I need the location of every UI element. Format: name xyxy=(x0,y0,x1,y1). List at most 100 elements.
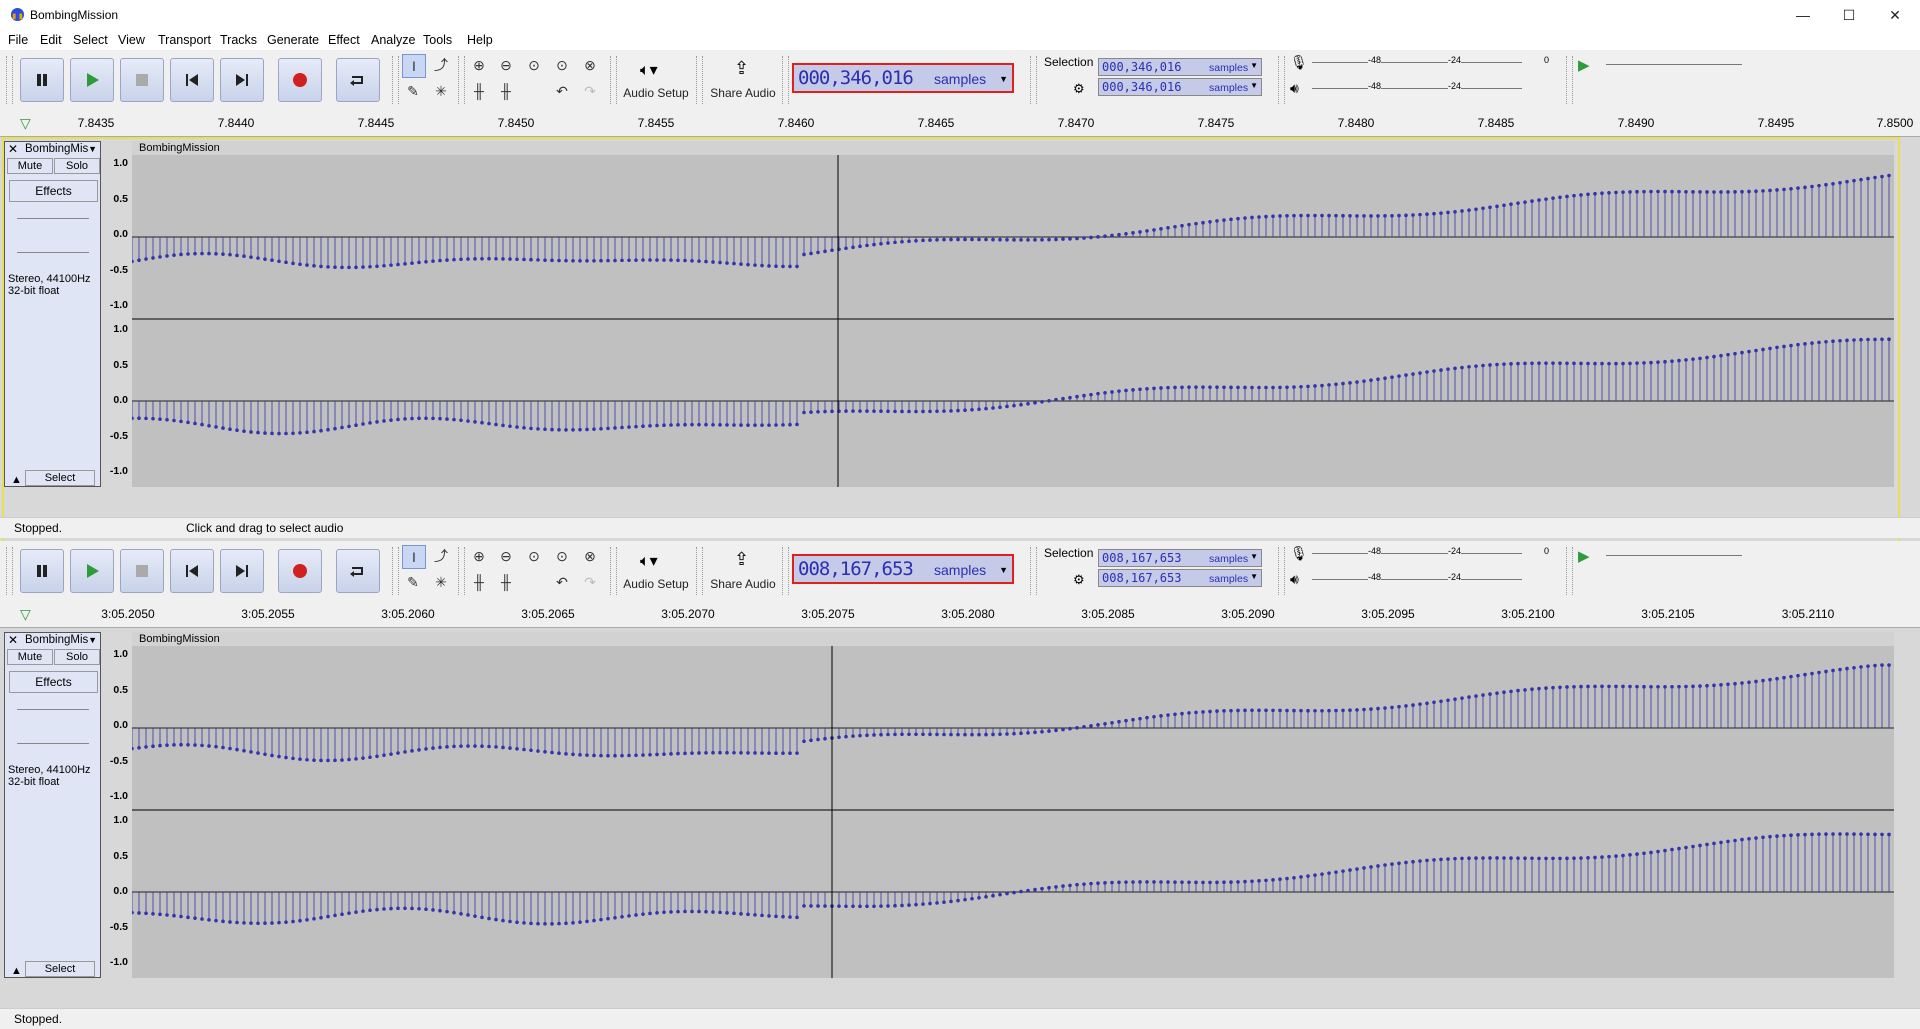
meter-grip[interactable] xyxy=(1278,56,1285,104)
toolbar-grip[interactable] xyxy=(6,547,13,595)
collapse-icon[interactable]: ▲ xyxy=(11,474,22,486)
play-at-speed-icon[interactable]: ▶ xyxy=(1578,56,1590,74)
menu-tools[interactable]: Tools xyxy=(423,33,452,47)
silence-icon[interactable]: ╫ xyxy=(495,80,517,102)
play-at-speed-icon[interactable]: ▶ xyxy=(1578,547,1590,565)
collapse-icon[interactable]: ▲ xyxy=(11,965,22,977)
fit-project-icon[interactable]: ⊙ xyxy=(551,54,573,76)
selection-start-field[interactable]: 000,346,016 samples ▼ xyxy=(1098,58,1262,76)
envelope-tool-icon[interactable]: ⤴ xyxy=(430,54,452,76)
mute-button[interactable]: Mute xyxy=(7,158,53,174)
record-button[interactable] xyxy=(278,58,322,102)
meter-grip[interactable] xyxy=(1278,547,1285,595)
speaker-meter-icon[interactable]: 🔊︎ xyxy=(1290,80,1299,97)
timeline-options-icon[interactable]: ▽ xyxy=(20,115,31,132)
menu-analyze[interactable]: Analyze xyxy=(371,33,415,47)
close-button[interactable]: ✕ xyxy=(1872,0,1918,30)
play-button[interactable] xyxy=(70,549,114,593)
solo-button[interactable]: Solo xyxy=(54,649,100,665)
envelope-tool-icon[interactable]: ⤴ xyxy=(430,545,452,567)
track-name-menu[interactable]: BombingMis xyxy=(25,634,88,646)
pan-slider[interactable] xyxy=(17,743,89,744)
playback-meter[interactable]: -48 -24 xyxy=(1312,572,1522,587)
audio-setup-button[interactable]: 🔈︎▾ Audio Setup xyxy=(622,547,690,597)
selection-tool-icon[interactable]: I xyxy=(402,54,426,78)
audio-setup-grip[interactable] xyxy=(610,56,617,104)
timeline-ruler[interactable]: ▽ 3:05.2050 3:05.2055 3:05.2060 3:05.2065 3:… xyxy=(0,603,1920,628)
menu-help[interactable]: Help xyxy=(467,33,493,47)
loop-button[interactable] xyxy=(336,549,380,593)
edit-grip[interactable] xyxy=(458,547,465,595)
audio-setup-button[interactable]: 🔈︎▾ Audio Setup xyxy=(622,56,690,106)
play-at-speed-grip[interactable] xyxy=(1566,56,1573,104)
waveform-clip[interactable]: BombingMission xyxy=(132,632,1894,978)
selection-end-field[interactable]: 008,167,653 samples ▼ xyxy=(1098,569,1262,587)
menu-generate[interactable]: Generate xyxy=(267,33,319,47)
share-grip[interactable] xyxy=(696,547,703,595)
menu-tracks[interactable]: Tracks xyxy=(220,33,257,47)
track-close-icon[interactable]: ✕ xyxy=(8,142,18,156)
menu-transport[interactable]: Transport xyxy=(158,33,211,47)
effects-button[interactable]: Effects xyxy=(9,671,98,693)
zoom-out-icon[interactable]: ⊖ xyxy=(495,54,517,76)
selection-end-field[interactable]: 000,346,016 samples ▼ xyxy=(1098,78,1262,96)
gain-slider[interactable] xyxy=(17,218,89,219)
play-button[interactable] xyxy=(70,58,114,102)
track-name-menu[interactable]: BombingMis xyxy=(25,143,88,155)
share-grip[interactable] xyxy=(696,56,703,104)
zoom-in-icon[interactable]: ⊕ xyxy=(468,545,490,567)
track-close-icon[interactable]: ✕ xyxy=(8,633,18,647)
fit-selection-icon[interactable]: ⊙ xyxy=(523,545,545,567)
trim-icon[interactable]: ╫ xyxy=(468,80,490,102)
speed-slider[interactable] xyxy=(1606,555,1742,556)
menu-file[interactable]: File xyxy=(8,33,28,47)
timeline-options-icon[interactable]: ▽ xyxy=(20,606,31,623)
time-control[interactable]: 000,346,016 samples ▼ xyxy=(792,63,1014,93)
tools-grip[interactable] xyxy=(392,56,399,104)
clip-title-bar[interactable]: BombingMission xyxy=(132,632,1894,646)
draw-tool-icon[interactable]: ✎ xyxy=(402,571,424,593)
skip-start-button[interactable] xyxy=(170,549,214,593)
fit-selection-icon[interactable]: ⊙ xyxy=(523,54,545,76)
record-meter[interactable]: -48 -24 0 xyxy=(1312,546,1549,561)
undo-icon[interactable]: ↶ xyxy=(551,571,573,593)
speed-slider[interactable] xyxy=(1606,64,1742,65)
zoom-in-icon[interactable]: ⊕ xyxy=(468,54,490,76)
menu-edit[interactable]: Edit xyxy=(40,33,62,47)
clip-title-bar[interactable]: BombingMission xyxy=(132,141,1894,155)
effects-button[interactable]: Effects xyxy=(9,180,98,202)
selection-tool-icon[interactable]: I xyxy=(402,545,426,569)
pan-slider[interactable] xyxy=(17,252,89,253)
undo-icon[interactable]: ↶ xyxy=(551,80,573,102)
loop-button[interactable] xyxy=(336,58,380,102)
record-meter[interactable]: -48 -24 0 xyxy=(1312,55,1549,70)
menu-select[interactable]: Select xyxy=(73,33,108,47)
microphone-icon[interactable]: 🎙︎ xyxy=(1290,545,1308,562)
vertical-ruler[interactable]: 1.0 0.5 0.0 -0.5 -1.0 1.0 0.5 0.0 -0.5 -1.0 xyxy=(102,632,132,978)
draw-tool-icon[interactable]: ✎ xyxy=(402,80,424,102)
tools-grip[interactable] xyxy=(392,547,399,595)
pause-button[interactable] xyxy=(20,58,64,102)
stop-button[interactable] xyxy=(120,549,164,593)
zoom-toggle-icon[interactable]: ⊗ xyxy=(579,545,601,567)
toolbar-grip[interactable] xyxy=(6,56,13,104)
stop-button[interactable] xyxy=(120,58,164,102)
skip-end-button[interactable] xyxy=(220,58,264,102)
vertical-ruler[interactable]: 1.0 0.5 0.0 -0.5 -1.0 1.0 0.5 0.0 -0.5 -1.0 xyxy=(102,141,132,487)
multi-tool-icon[interactable]: ✳ xyxy=(430,80,452,102)
menu-effect[interactable]: Effect xyxy=(328,33,360,47)
waveform-clip[interactable]: BombingMission xyxy=(132,141,1894,487)
solo-button[interactable]: Solo xyxy=(54,158,100,174)
microphone-icon[interactable]: 🎙︎ xyxy=(1290,54,1308,71)
share-audio-button[interactable]: ⇪ Share Audio xyxy=(706,547,780,597)
play-at-speed-grip[interactable] xyxy=(1566,547,1573,595)
playback-meter[interactable]: -48 -24 xyxy=(1312,81,1522,96)
track-area[interactable]: ✕ BombingMis ▼ Mute Solo Effects Stereo,… xyxy=(0,137,1920,545)
selection-grip[interactable] xyxy=(1030,547,1037,595)
maximize-button[interactable]: ☐ xyxy=(1826,0,1872,30)
time-grip[interactable] xyxy=(782,547,789,595)
edit-grip[interactable] xyxy=(458,56,465,104)
time-control[interactable]: 008,167,653 samples ▼ xyxy=(792,554,1014,584)
redo-icon[interactable]: ↷ xyxy=(579,80,601,102)
redo-icon[interactable]: ↷ xyxy=(579,571,601,593)
